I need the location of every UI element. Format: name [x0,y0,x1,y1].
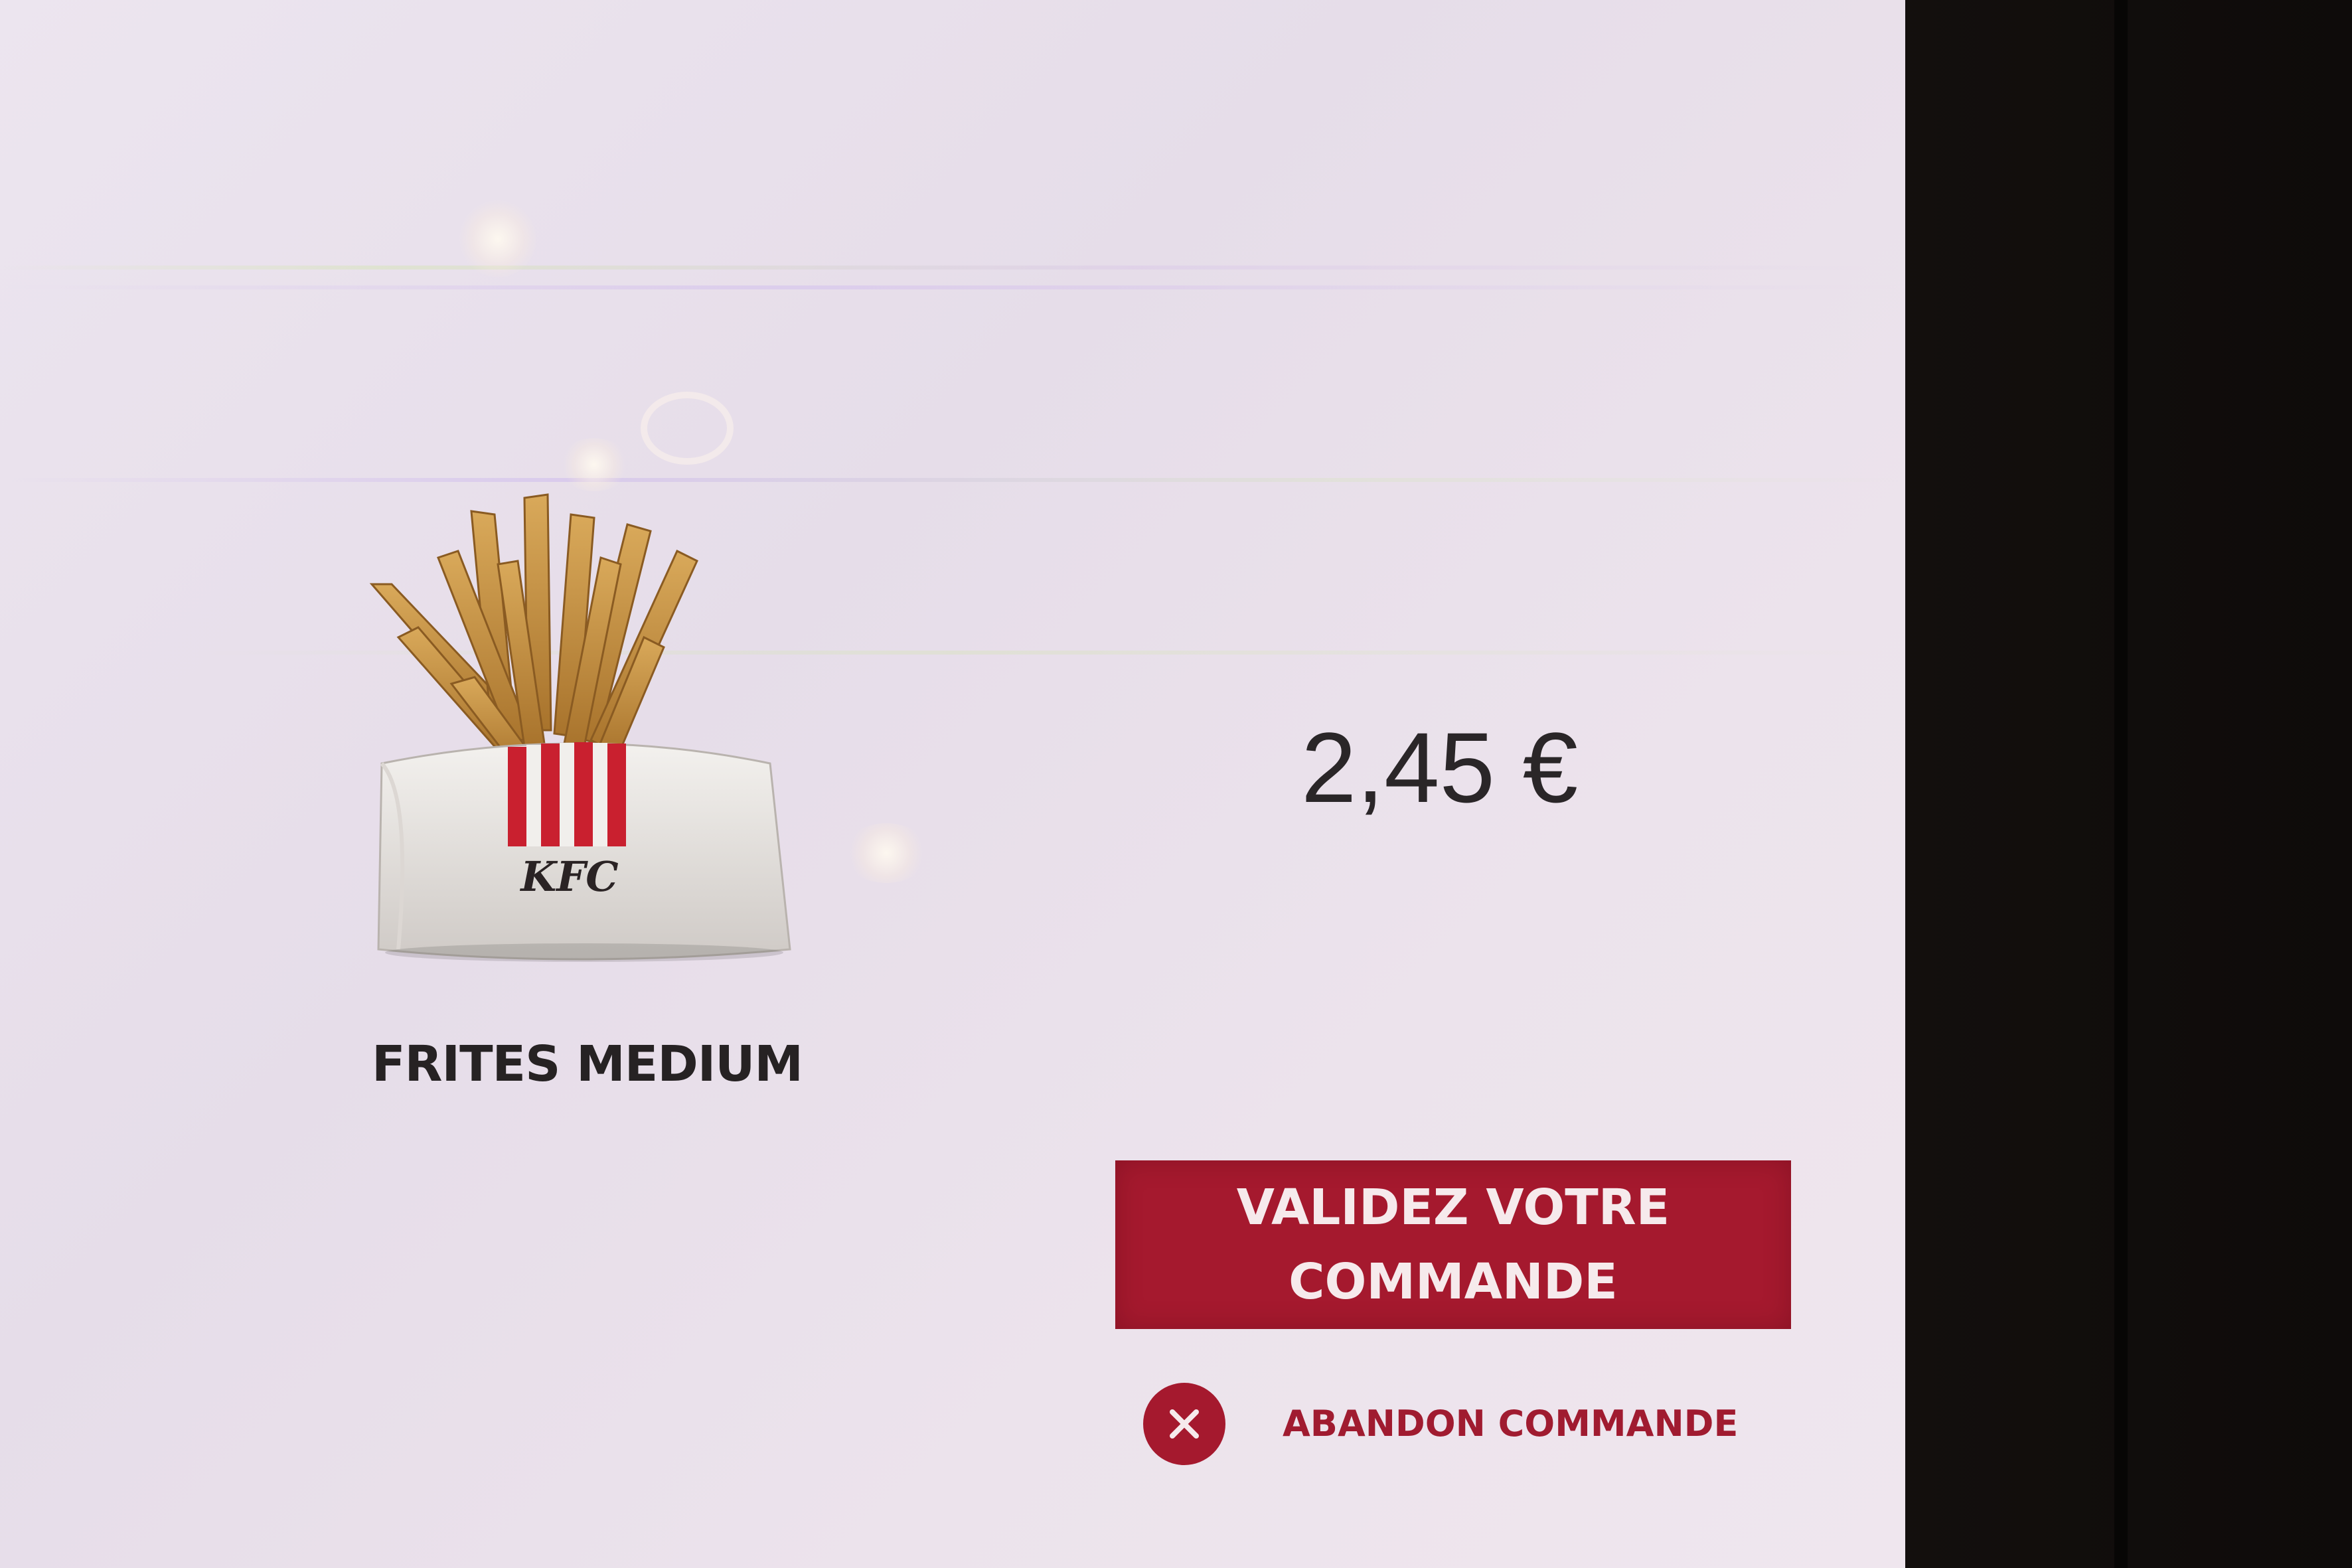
validate-order-label: VALIDEZ VOTRE COMMANDE [1236,1179,1670,1310]
abandon-order-button[interactable]: ABANDON COMMANDE [1143,1382,1738,1465]
light-reflection [458,199,538,279]
validate-order-button[interactable]: VALIDEZ VOTRE COMMANDE [1115,1160,1791,1329]
fries-carton-image[interactable]: KFC [358,485,797,963]
product-name: FRITES MEDIUM [372,1036,803,1093]
product-price: 2,45 € [1301,712,1579,823]
kiosk-screen: KFC FRITES MEDIUM 2,45 € VALIDEZ VOTRE C… [0,0,1905,1568]
close-icon[interactable] [1143,1382,1225,1465]
kfc-logo: KFC [519,852,618,901]
screen-scanline [0,651,1905,655]
bezel-edge [2114,0,2128,1568]
screen-scanline [0,478,1905,482]
light-reflection [641,392,734,465]
screen-scanline [0,285,1905,289]
light-reflection [843,823,929,883]
abandon-order-label: ABANDON COMMANDE [1283,1403,1739,1445]
screen-scanline [0,266,1905,270]
light-reflection [558,438,631,491]
